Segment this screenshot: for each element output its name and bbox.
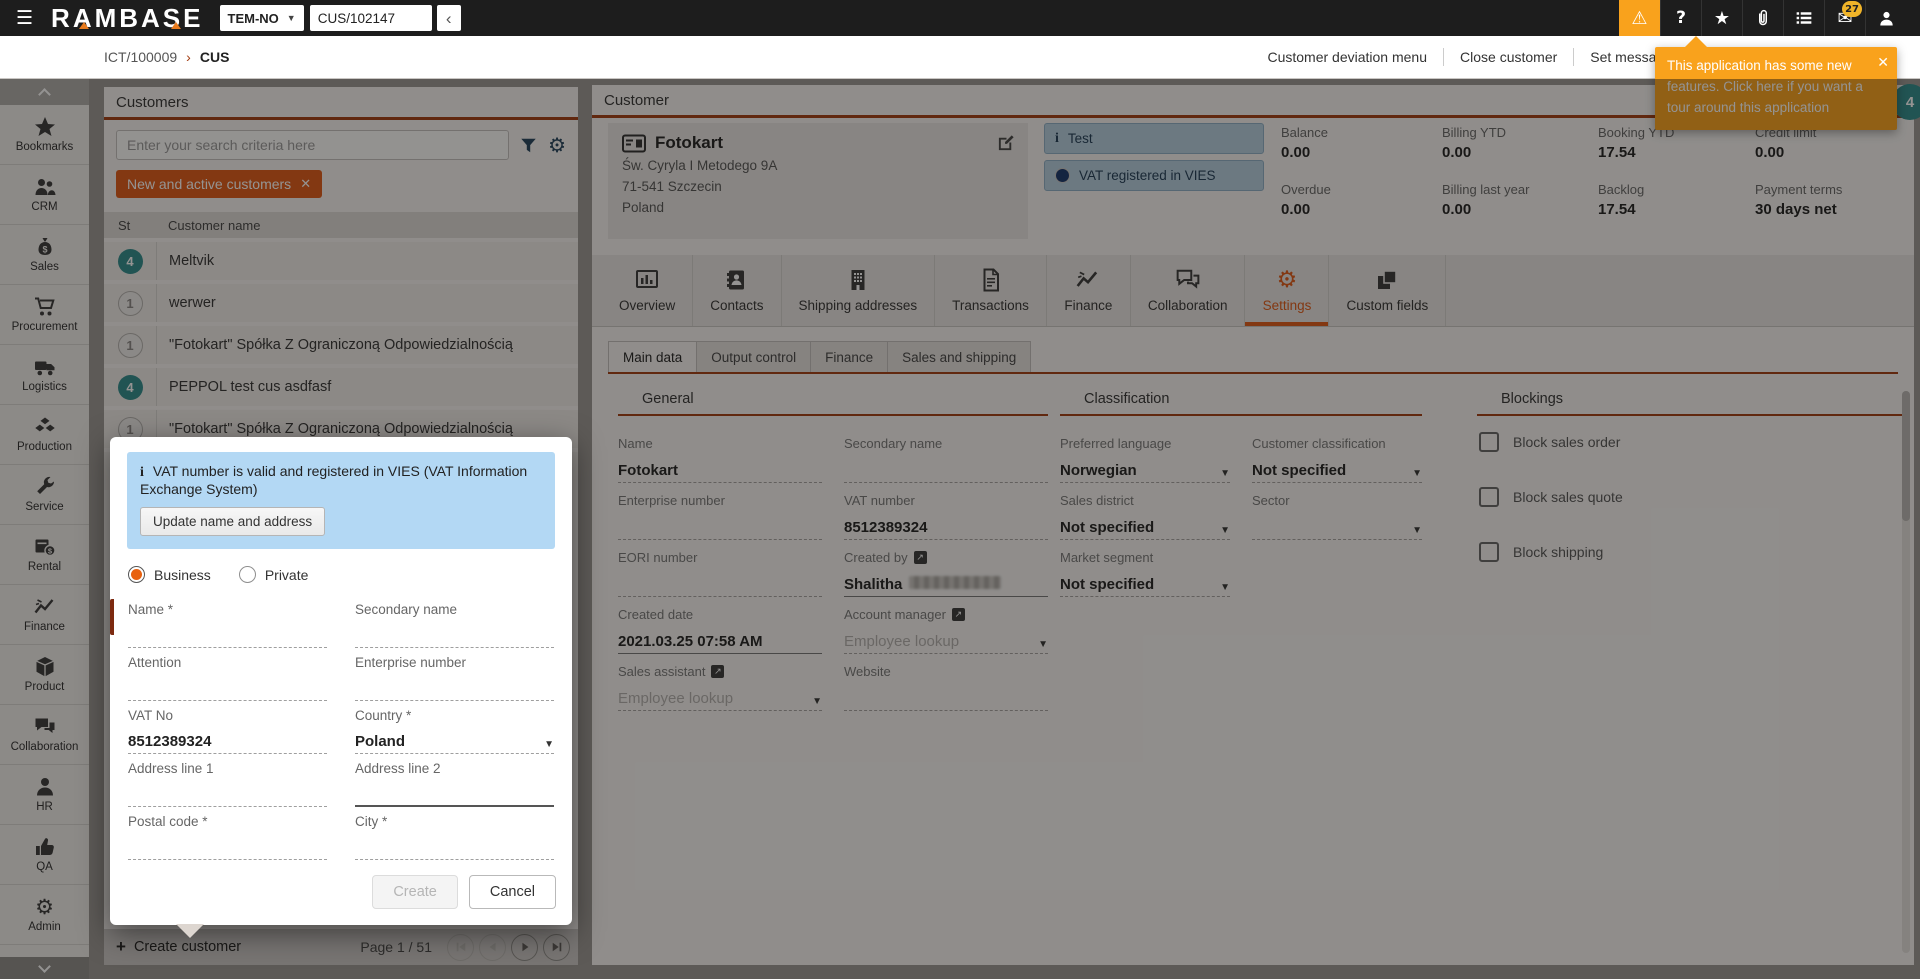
module-label: TEM-NO bbox=[228, 11, 279, 26]
close-customer-link[interactable]: Close customer bbox=[1444, 49, 1573, 65]
help-button[interactable]: ? bbox=[1660, 0, 1701, 36]
required-field-indicator bbox=[110, 599, 114, 635]
top-bar: ☰ RAMBASE TEM-NO ▼ ‹ ⚠ ? ★ ✉ 27 bbox=[0, 0, 1920, 36]
modal-buttons: Create Cancel bbox=[372, 875, 556, 909]
message-count-badge: 27 bbox=[1842, 1, 1862, 17]
chevron-down-icon: ▼ bbox=[287, 13, 296, 23]
business-radio-label: Business bbox=[154, 567, 211, 583]
customer-type-radios: Business Private bbox=[128, 566, 572, 583]
breadcrumb-parent[interactable]: ICT/100009 bbox=[104, 49, 177, 65]
breadcrumb: ICT/100009 › CUS bbox=[0, 49, 229, 65]
field-attention[interactable]: Attention bbox=[128, 648, 327, 701]
field-secondary-name[interactable]: Secondary name bbox=[355, 595, 554, 648]
cancel-button[interactable]: Cancel bbox=[469, 875, 556, 909]
info-icon: i bbox=[140, 465, 144, 480]
attachments-button[interactable] bbox=[1742, 0, 1783, 36]
toolbar: ICT/100009 › CUS Customer deviation menu… bbox=[0, 36, 1920, 79]
user-button[interactable] bbox=[1865, 0, 1906, 36]
private-radio-label: Private bbox=[265, 567, 309, 583]
breadcrumb-current: CUS bbox=[200, 49, 230, 65]
user-icon bbox=[1878, 10, 1895, 27]
logo-accent-icon bbox=[79, 22, 89, 29]
breadcrumb-separator-icon: › bbox=[186, 49, 191, 65]
business-radio[interactable] bbox=[128, 566, 145, 583]
field-enterprise-number[interactable]: Enterprise number bbox=[355, 648, 554, 701]
warning-button[interactable]: ⚠ bbox=[1619, 0, 1660, 36]
private-radio[interactable] bbox=[239, 566, 256, 583]
update-name-address-button[interactable]: Update name and address bbox=[140, 507, 325, 536]
rambase-logo[interactable]: RAMBASE bbox=[47, 3, 219, 34]
create-customer-popover: iVAT number is valid and registered in V… bbox=[110, 437, 572, 925]
tasks-button[interactable] bbox=[1783, 0, 1824, 36]
field-name[interactable]: Name * bbox=[128, 595, 327, 648]
paperclip-icon bbox=[1754, 8, 1772, 28]
field-postal-code[interactable]: Postal code * bbox=[128, 807, 327, 860]
favorites-button[interactable]: ★ bbox=[1701, 0, 1742, 36]
customer-deviation-menu-link[interactable]: Customer deviation menu bbox=[1251, 49, 1443, 65]
warning-icon: ⚠ bbox=[1631, 8, 1647, 29]
create-customer-form: Name * Secondary name Attention Enterpri… bbox=[128, 595, 554, 860]
create-button[interactable]: Create bbox=[372, 875, 458, 909]
field-country[interactable]: Country * Poland▼ bbox=[355, 701, 554, 754]
star-icon: ★ bbox=[1714, 8, 1730, 29]
list-icon bbox=[1795, 9, 1813, 27]
back-button[interactable]: ‹ bbox=[437, 5, 461, 31]
topbar-icon-group: ⚠ ? ★ ✉ 27 bbox=[1619, 0, 1920, 36]
logo-accent-icon bbox=[171, 22, 181, 29]
command-input[interactable] bbox=[310, 5, 432, 31]
close-icon[interactable]: ✕ bbox=[1877, 53, 1889, 75]
field-address-line-1[interactable]: Address line 1 bbox=[128, 754, 327, 807]
field-vat-no[interactable]: VAT No 8512389324 bbox=[128, 701, 327, 754]
hamburger-menu-icon[interactable]: ☰ bbox=[0, 7, 47, 29]
question-icon: ? bbox=[1676, 8, 1686, 28]
field-city[interactable]: City * bbox=[355, 807, 554, 860]
vat-info-box: iVAT number is valid and registered in V… bbox=[127, 452, 555, 549]
field-address-line-2[interactable]: Address line 2 bbox=[355, 754, 554, 807]
module-selector[interactable]: TEM-NO ▼ bbox=[220, 5, 304, 31]
vat-info-text: VAT number is valid and registered in VI… bbox=[140, 463, 527, 497]
messages-button[interactable]: ✉ 27 bbox=[1824, 0, 1865, 36]
dropdown-caret-icon[interactable]: ▼ bbox=[544, 739, 554, 750]
